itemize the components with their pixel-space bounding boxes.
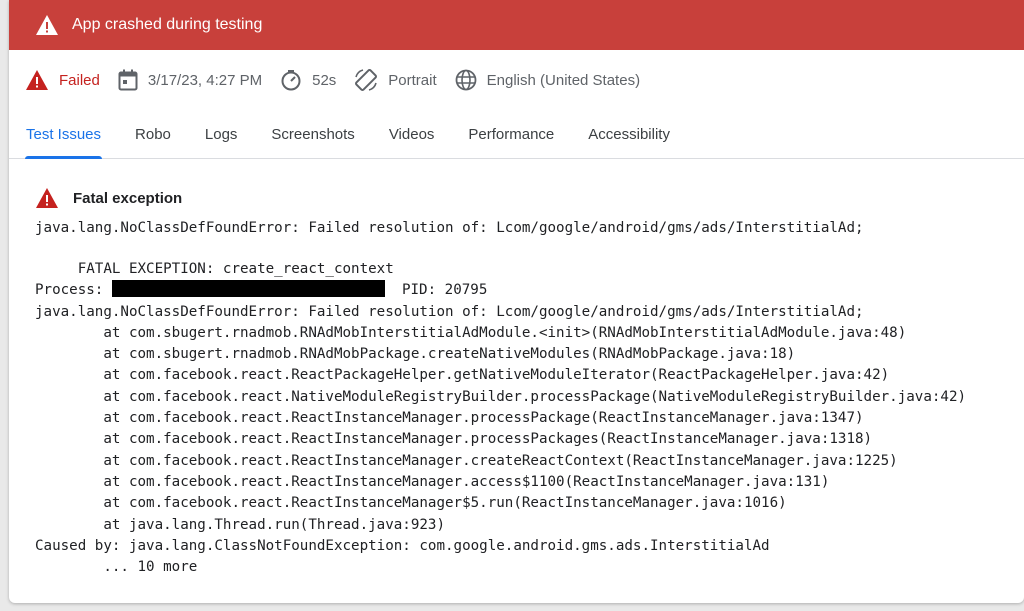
- exception-summary: java.lang.NoClassDefFoundError: Failed r…: [35, 220, 864, 236]
- trace-fatal-line: FATAL EXCEPTION: create_react_context: [35, 261, 394, 277]
- tab-logs[interactable]: Logs: [188, 110, 255, 158]
- tab-videos[interactable]: Videos: [372, 110, 452, 158]
- tab-test-issues[interactable]: Test Issues: [9, 110, 118, 159]
- status-text: Failed: [59, 71, 100, 89]
- warning-icon: [36, 188, 58, 208]
- orientation-text: Portrait: [388, 71, 437, 89]
- redacted-process-name: [111, 280, 385, 298]
- test-result-card: App crashed during testing Failed 3/17/2…: [9, 0, 1024, 603]
- globe-icon: [455, 69, 477, 91]
- locale: English (United States): [455, 69, 640, 91]
- duration: 52s: [280, 69, 336, 91]
- issue-header: Fatal exception: [35, 187, 1024, 209]
- banner-title: App crashed during testing: [72, 16, 263, 33]
- orientation: Portrait: [354, 68, 437, 92]
- warning-icon: [35, 14, 59, 36]
- locale-text: English (United States): [486, 71, 641, 89]
- trace-body: java.lang.NoClassDefFoundError: Failed r…: [35, 303, 967, 576]
- tab-screenshots[interactable]: Screenshots: [254, 110, 371, 158]
- duration-text: 52s: [312, 71, 337, 89]
- pid-text: PID: 20795: [384, 282, 488, 299]
- test-meta-row: Failed 3/17/23, 4:27 PM 52s Portrait Eng…: [9, 50, 1024, 110]
- tab-bar: Test Issues Robo Logs Screenshots Videos…: [9, 110, 1024, 159]
- issue-title: Fatal exception: [73, 189, 183, 207]
- timer-icon: [281, 70, 301, 91]
- process-label: Process:: [35, 282, 112, 299]
- tab-accessibility[interactable]: Accessibility: [571, 110, 687, 158]
- date: 3/17/23, 4:27 PM: [118, 69, 262, 91]
- calendar-icon: [118, 69, 138, 91]
- status: Failed: [25, 69, 100, 91]
- screen-rotation-icon: [355, 69, 378, 91]
- warning-icon: [26, 70, 48, 90]
- date-text: 3/17/23, 4:27 PM: [147, 71, 263, 89]
- tab-robo[interactable]: Robo: [118, 110, 188, 158]
- trace-process-line: Process: PID: 20795: [35, 280, 966, 301]
- stack-trace: FATAL EXCEPTION: create_react_context Pr…: [35, 259, 966, 578]
- crash-banner: App crashed during testing: [9, 0, 1024, 50]
- tab-performance[interactable]: Performance: [451, 110, 571, 158]
